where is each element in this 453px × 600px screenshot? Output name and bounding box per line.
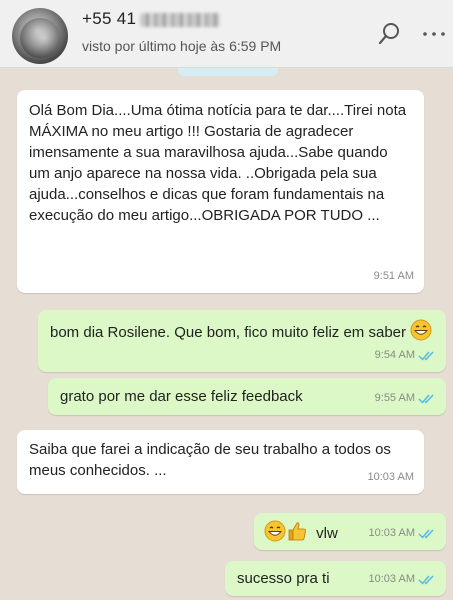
- message-time: 9:55 AM: [374, 392, 415, 404]
- message-text-content: vlw: [316, 524, 338, 542]
- message-time: 9:51 AM: [373, 270, 414, 282]
- grinning-face-emoji: [264, 520, 286, 548]
- message-meta: 9:54 AM: [375, 345, 436, 366]
- contact-name[interactable]: +55 41: [82, 9, 221, 29]
- contact-avatar[interactable]: [12, 8, 68, 64]
- message-meta: 10:03 AM: [369, 569, 436, 590]
- message-text: Saiba que farei a indicação de seu traba…: [29, 441, 391, 479]
- message-text: bom dia Rosilene. Que bom, fico muito fe…: [50, 319, 436, 347]
- search-icon: [378, 23, 399, 45]
- message-meta: 9:55 AM: [375, 388, 436, 409]
- message-time: 10:03 AM: [368, 527, 415, 539]
- message-time: 10:03 AM: [367, 471, 414, 483]
- double-check-read-icon: [418, 575, 434, 585]
- incoming-message[interactable]: Saiba que farei a indicação de seu traba…: [17, 430, 424, 494]
- last-seen-status: visto por último hoje às 6:59 PM: [82, 38, 282, 54]
- chat-header: +55 41 visto por último hoje às 6:59 PM: [0, 0, 453, 68]
- outgoing-message[interactable]: sucesso pra ti 10:03 AM: [225, 561, 446, 596]
- message-meta: 10:03 AM: [369, 523, 436, 544]
- incoming-message[interactable]: Olá Bom Dia....Uma ótima notícia para te…: [17, 90, 424, 293]
- avatar-photo: [20, 18, 60, 58]
- grinning-face-emoji: [410, 319, 432, 347]
- message-text: Olá Bom Dia....Uma ótima notícia para te…: [29, 102, 407, 224]
- double-check-read-icon: [418, 351, 434, 361]
- double-check-read-icon: [418, 529, 434, 539]
- double-check-read-icon: [418, 394, 434, 404]
- outgoing-message[interactable]: grato por me dar esse feliz feedback 9:5…: [48, 378, 446, 415]
- message-time: 9:54 AM: [374, 349, 415, 361]
- message-time: 10:03 AM: [368, 573, 415, 585]
- outgoing-message[interactable]: vlw 10:03 AM: [254, 513, 446, 550]
- more-options-icon: [423, 32, 445, 36]
- outgoing-message[interactable]: bom dia Rosilene. Que bom, fico muito fe…: [38, 310, 446, 372]
- search-button[interactable]: [376, 20, 404, 48]
- redacted-number: [140, 12, 221, 27]
- more-options-button[interactable]: [420, 20, 448, 48]
- contact-phone: +55 41: [82, 9, 137, 28]
- message-list[interactable]: Olá Bom Dia....Uma ótima notícia para te…: [0, 69, 453, 600]
- message-meta: 9:51 AM: [374, 266, 414, 287]
- message-text-content: bom dia Rosilene. Que bom, fico muito fe…: [50, 323, 406, 341]
- message-meta: 10:03 AM: [368, 467, 414, 488]
- thumbs-up-emoji: [286, 520, 308, 548]
